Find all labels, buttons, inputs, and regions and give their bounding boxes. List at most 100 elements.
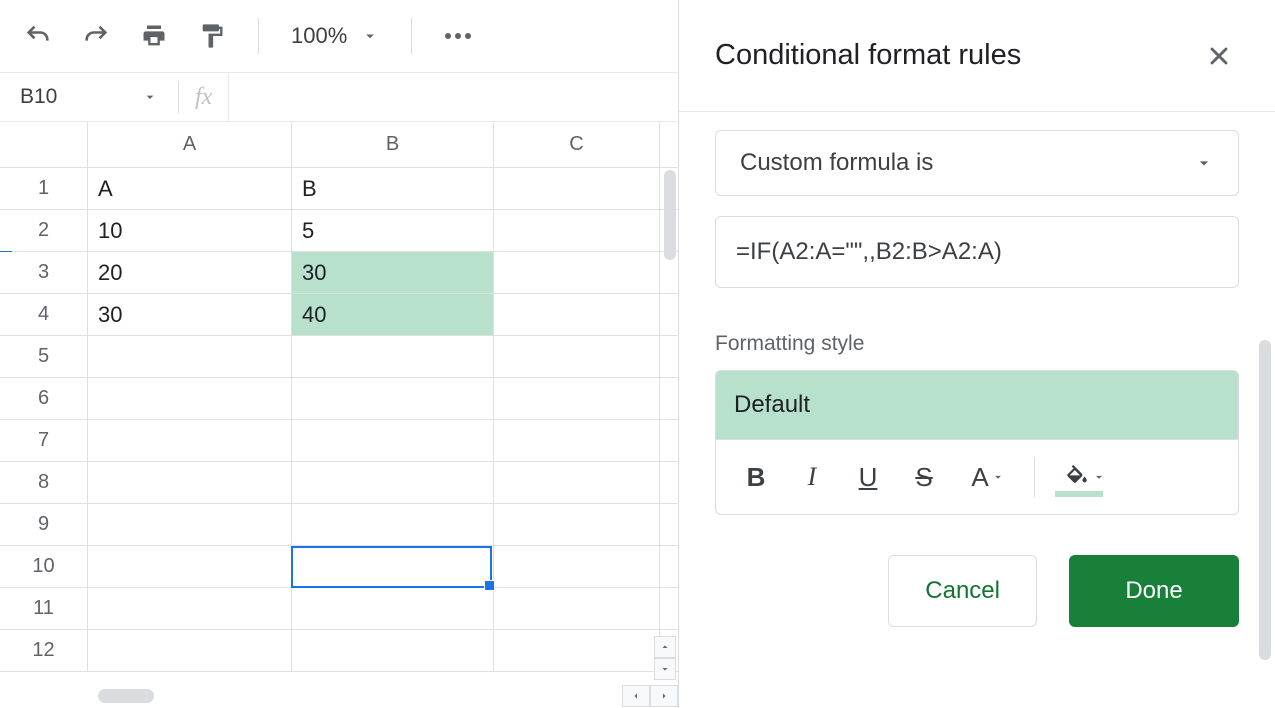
toolbar-separator bbox=[411, 18, 412, 54]
zoom-value: 100% bbox=[291, 23, 347, 49]
cell-A8[interactable] bbox=[88, 462, 292, 503]
done-button[interactable]: Done bbox=[1069, 555, 1239, 627]
fill-color-button[interactable] bbox=[1049, 453, 1121, 501]
paint-bucket-icon bbox=[1064, 464, 1090, 490]
cell-A1[interactable]: A bbox=[88, 168, 292, 209]
vertical-scroll-arrows bbox=[654, 636, 676, 680]
cell-B12[interactable] bbox=[292, 630, 494, 671]
cell-C2[interactable] bbox=[494, 210, 660, 251]
column-header-B[interactable]: B bbox=[292, 122, 494, 167]
rule-type-dropdown[interactable]: Custom formula is bbox=[715, 130, 1239, 196]
panel-scrollbar[interactable] bbox=[1259, 340, 1271, 660]
grid-rows: 1AB2105320304304056789101112 bbox=[0, 168, 678, 672]
row-header-8[interactable]: 8 bbox=[0, 462, 88, 503]
row-header-12[interactable]: 12 bbox=[0, 630, 88, 671]
scroll-right-button[interactable] bbox=[650, 685, 678, 707]
cell-B8[interactable] bbox=[292, 462, 494, 503]
horizontal-scrollbar[interactable] bbox=[98, 689, 154, 703]
name-box[interactable]: B10 bbox=[0, 73, 178, 121]
cell-A2[interactable]: 10 bbox=[88, 210, 292, 251]
custom-formula-input[interactable]: =IF(A2:A="",,B2:B>A2:A) bbox=[715, 216, 1239, 288]
close-button[interactable] bbox=[1199, 36, 1239, 76]
bold-button[interactable]: B bbox=[732, 453, 780, 501]
cell-A6[interactable] bbox=[88, 378, 292, 419]
zoom-dropdown[interactable]: 100% bbox=[285, 23, 385, 49]
text-color-button[interactable]: A bbox=[956, 453, 1020, 501]
cell-B11[interactable] bbox=[292, 588, 494, 629]
cell-A5[interactable] bbox=[88, 336, 292, 377]
undo-button[interactable] bbox=[18, 16, 58, 56]
vertical-scrollbar[interactable] bbox=[664, 170, 676, 260]
select-all-corner[interactable] bbox=[0, 122, 88, 167]
row-header-7[interactable]: 7 bbox=[0, 420, 88, 461]
cell-C8[interactable] bbox=[494, 462, 660, 503]
cell-C11[interactable] bbox=[494, 588, 660, 629]
cell-C4[interactable] bbox=[494, 294, 660, 335]
print-button[interactable] bbox=[134, 16, 174, 56]
cell-C7[interactable] bbox=[494, 420, 660, 461]
cell-A7[interactable] bbox=[88, 420, 292, 461]
scroll-left-button[interactable] bbox=[622, 685, 650, 707]
cell-C9[interactable] bbox=[494, 504, 660, 545]
cancel-button[interactable]: Cancel bbox=[888, 555, 1037, 627]
row-header-5[interactable]: 5 bbox=[0, 336, 88, 377]
cell-B9[interactable] bbox=[292, 504, 494, 545]
cell-B4[interactable]: 40 bbox=[292, 294, 494, 335]
style-preview-text: Default bbox=[734, 391, 810, 418]
strikethrough-button[interactable]: S bbox=[900, 453, 948, 501]
cell-B1[interactable]: B bbox=[292, 168, 494, 209]
name-box-value: B10 bbox=[20, 85, 57, 109]
style-preview[interactable]: Default bbox=[715, 370, 1239, 439]
panel-title: Conditional format rules bbox=[715, 39, 1021, 72]
column-header-C[interactable]: C bbox=[494, 122, 660, 167]
chevron-down-icon bbox=[1092, 470, 1106, 484]
cell-C12[interactable] bbox=[494, 630, 660, 671]
row-header-9[interactable]: 9 bbox=[0, 504, 88, 545]
column-header-A[interactable]: A bbox=[88, 122, 292, 167]
chevron-down-icon bbox=[1194, 153, 1214, 173]
row-header-3[interactable]: 3 bbox=[0, 252, 88, 293]
cell-C3[interactable] bbox=[494, 252, 660, 293]
cell-B2[interactable]: 5 bbox=[292, 210, 494, 251]
row-header-11[interactable]: 11 bbox=[0, 588, 88, 629]
grid-row: 9 bbox=[0, 504, 678, 546]
grid-row: 43040 bbox=[0, 294, 678, 336]
scroll-down-button[interactable] bbox=[654, 658, 676, 680]
cell-B10[interactable] bbox=[292, 546, 494, 587]
grid-row: 7 bbox=[0, 420, 678, 462]
paint-format-button[interactable] bbox=[192, 16, 232, 56]
cell-B3[interactable]: 30 bbox=[292, 252, 494, 293]
cell-A12[interactable] bbox=[88, 630, 292, 671]
row-header-10[interactable]: 10 bbox=[0, 546, 88, 587]
grid-row: 2105 bbox=[0, 210, 678, 252]
cell-C10[interactable] bbox=[494, 546, 660, 587]
cell-B6[interactable] bbox=[292, 378, 494, 419]
row-header-2[interactable]: 2 bbox=[0, 210, 88, 251]
cell-C5[interactable] bbox=[494, 336, 660, 377]
cell-B7[interactable] bbox=[292, 420, 494, 461]
rule-type-value: Custom formula is bbox=[740, 149, 933, 177]
cell-B5[interactable] bbox=[292, 336, 494, 377]
scroll-up-button[interactable] bbox=[654, 636, 676, 658]
cell-A11[interactable] bbox=[88, 588, 292, 629]
cell-A9[interactable] bbox=[88, 504, 292, 545]
grid-row: 6 bbox=[0, 378, 678, 420]
row-header-6[interactable]: 6 bbox=[0, 378, 88, 419]
cell-C1[interactable] bbox=[494, 168, 660, 209]
grid-row: 12 bbox=[0, 630, 678, 672]
more-button[interactable] bbox=[438, 16, 478, 56]
italic-button[interactable]: I bbox=[788, 453, 836, 501]
spreadsheet-grid: A B C 1AB2105320304304056789101112 bbox=[0, 122, 678, 708]
horizontal-scrollbar-area bbox=[84, 684, 678, 708]
cell-A10[interactable] bbox=[88, 546, 292, 587]
row-header-1[interactable]: 1 bbox=[0, 168, 88, 209]
cell-A3[interactable]: 20 bbox=[88, 252, 292, 293]
cell-C6[interactable] bbox=[494, 378, 660, 419]
underline-button[interactable]: U bbox=[844, 453, 892, 501]
cell-A4[interactable]: 30 bbox=[88, 294, 292, 335]
row-header-4[interactable]: 4 bbox=[0, 294, 88, 335]
chevron-down-icon bbox=[991, 470, 1005, 484]
redo-button[interactable] bbox=[76, 16, 116, 56]
panel-header: Conditional format rules bbox=[679, 0, 1275, 112]
grid-row: 32030 bbox=[0, 252, 678, 294]
